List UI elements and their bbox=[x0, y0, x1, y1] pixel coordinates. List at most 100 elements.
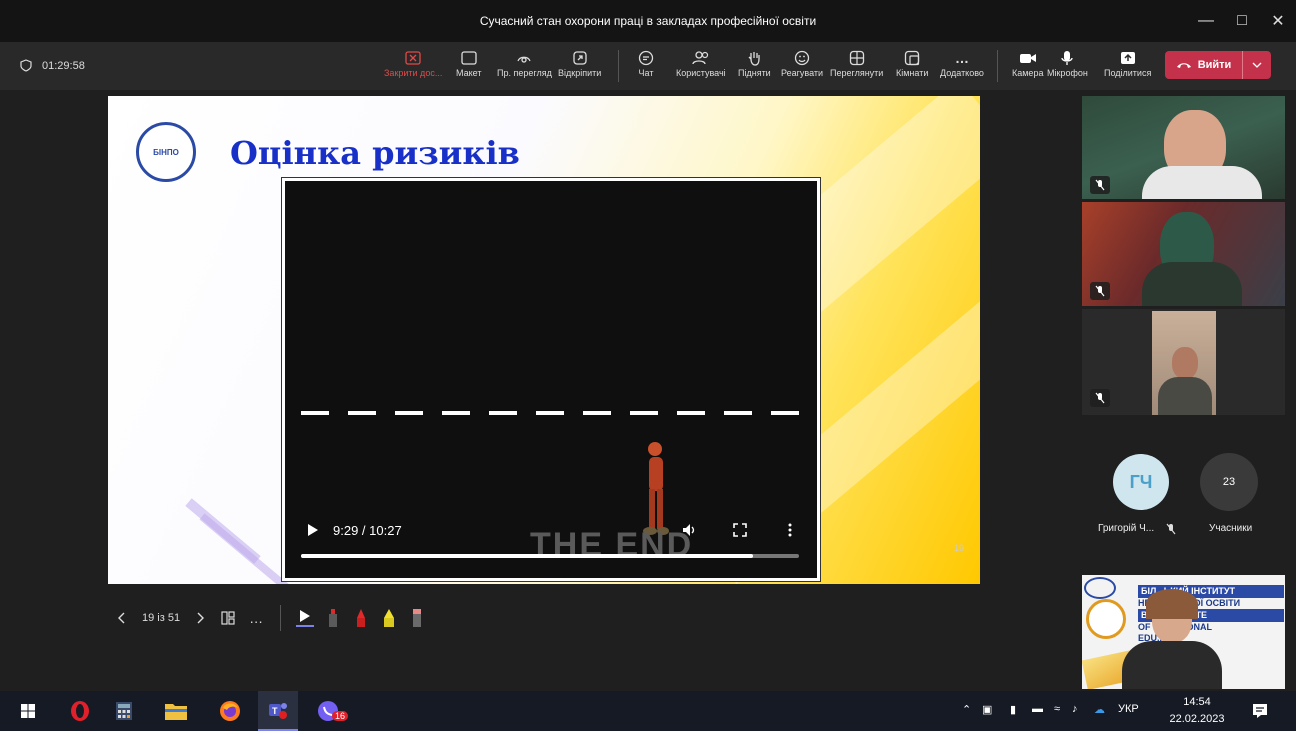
pointer-icon bbox=[300, 610, 311, 622]
participant-face bbox=[1172, 347, 1198, 379]
camera-button[interactable]: Камера bbox=[1012, 48, 1043, 78]
microphone-button[interactable]: Мікрофон bbox=[1047, 48, 1088, 78]
microphone-label: Мікрофон bbox=[1047, 68, 1088, 78]
calculator-icon bbox=[116, 702, 132, 720]
view-mode-button[interactable]: Переглянути bbox=[830, 48, 883, 78]
clock-time: 14:54 bbox=[1183, 696, 1211, 708]
popout-icon bbox=[572, 51, 587, 65]
raise-hand-button[interactable]: Підняти bbox=[738, 48, 771, 78]
stop-sharing-button[interactable]: Закрити дос... bbox=[384, 48, 442, 78]
notification-icon bbox=[1253, 704, 1267, 718]
leave-main[interactable]: Вийти bbox=[1165, 51, 1243, 79]
presenter-view-button[interactable]: Пр. перегляд bbox=[497, 48, 552, 78]
breakout-rooms-button[interactable]: Кімнати bbox=[896, 48, 928, 78]
chevron-down-icon bbox=[1252, 62, 1262, 68]
tray-overflow-chevron[interactable]: ⌃ bbox=[962, 703, 971, 716]
minimize-button[interactable]: — bbox=[1188, 0, 1224, 42]
meet-now-icon[interactable]: ▣ bbox=[982, 703, 992, 716]
rooms-icon bbox=[905, 50, 920, 66]
presenter-video[interactable]: БІЛ...ЬКИЙ ІНСТИТУТ НЕ...ФЕСІЙНОЇ ОСВІТИ… bbox=[1082, 575, 1285, 689]
video-time: 9:29 / 10:27 bbox=[333, 523, 402, 538]
language-indicator[interactable]: УКР bbox=[1118, 703, 1139, 715]
more-options-button[interactable]: … Додатково bbox=[940, 48, 984, 78]
onedrive-icon[interactable]: ☁ bbox=[1094, 703, 1105, 716]
participant-video-2[interactable] bbox=[1082, 202, 1285, 306]
slide-title: Оцінка ризиків bbox=[230, 134, 520, 172]
viber-badge: 16 bbox=[332, 711, 349, 721]
toolbar-divider bbox=[618, 50, 619, 82]
share-label: Поділитися bbox=[1104, 68, 1152, 78]
windows-taskbar: T 16 ⌃ ▣ ▮ ▬ ≈ ♪ ☁ УКР 14:54 22.02.2023 bbox=[0, 691, 1296, 731]
calculator-taskbar-button[interactable] bbox=[104, 691, 144, 731]
eraser-icon bbox=[413, 609, 422, 627]
video-more-icon[interactable] bbox=[781, 521, 799, 539]
highlighter-icon bbox=[384, 609, 395, 627]
camera-label: Камера bbox=[1012, 68, 1044, 78]
battery-icon[interactable]: ▬ bbox=[1032, 703, 1043, 715]
people-button[interactable]: Користувачі bbox=[676, 48, 726, 78]
window-title: Сучасний стан охорони праці в закладах п… bbox=[479, 14, 817, 28]
file-explorer-taskbar-button[interactable] bbox=[156, 691, 196, 731]
mic-tray-icon[interactable]: ▮ bbox=[1010, 703, 1016, 716]
firefox-taskbar-button[interactable] bbox=[210, 691, 250, 731]
laser-pointer-button[interactable] bbox=[291, 604, 319, 632]
close-window-button[interactable]: ✕ bbox=[1260, 0, 1296, 42]
slide-grid-button[interactable] bbox=[214, 604, 242, 632]
window-controls: — □ ✕ bbox=[1188, 0, 1296, 42]
firefox-icon bbox=[220, 701, 240, 721]
video-progress-fill bbox=[301, 554, 754, 558]
participant-video-1[interactable] bbox=[1082, 96, 1285, 199]
fullscreen-icon[interactable] bbox=[731, 521, 749, 539]
teams-icon: T bbox=[269, 703, 287, 719]
chevron-right-icon bbox=[197, 612, 205, 624]
people-label: Користувачі bbox=[676, 68, 726, 78]
opera-taskbar-button[interactable] bbox=[60, 691, 100, 731]
eye-icon bbox=[517, 56, 532, 63]
volume-tray-icon[interactable]: ♪ bbox=[1072, 703, 1078, 715]
layout-button[interactable]: Макет bbox=[456, 48, 481, 78]
avatar-initials: ГЧ bbox=[1129, 471, 1153, 492]
play-icon[interactable] bbox=[305, 522, 321, 538]
slide-more-button[interactable]: … bbox=[242, 604, 270, 632]
phone-hangup-icon bbox=[1176, 63, 1191, 68]
participant-video-3[interactable] bbox=[1082, 309, 1285, 415]
logo-text: БІНПО bbox=[153, 147, 179, 157]
title-bar: Сучасний стан охорони праці в закладах п… bbox=[0, 0, 1296, 42]
participant-count: 23 bbox=[1222, 476, 1236, 488]
meeting-timer: 01:29:58 bbox=[20, 59, 85, 72]
system-clock[interactable]: 14:54 22.02.2023 bbox=[1166, 694, 1228, 728]
react-label: Реагувати bbox=[781, 68, 824, 78]
maximize-button[interactable]: □ bbox=[1224, 0, 1260, 42]
eraser-button[interactable] bbox=[403, 604, 431, 632]
participant-avatar[interactable]: ГЧ bbox=[1113, 454, 1169, 510]
chat-button[interactable]: Чат bbox=[638, 48, 654, 78]
viber-taskbar-button[interactable]: 16 bbox=[308, 691, 349, 731]
popout-label: Відкріпити bbox=[558, 68, 602, 78]
wifi-icon[interactable]: ≈ bbox=[1054, 703, 1060, 715]
highlighter-button[interactable] bbox=[375, 604, 403, 632]
windows-icon bbox=[21, 704, 35, 718]
pen-red2-button[interactable] bbox=[347, 604, 375, 632]
video-player[interactable]: THE END 9:29 / 10:27 bbox=[281, 177, 821, 582]
people-icon bbox=[692, 51, 708, 65]
participants-count-button[interactable]: 23 bbox=[1200, 453, 1258, 511]
pen-red-button[interactable] bbox=[319, 604, 347, 632]
start-button[interactable] bbox=[8, 691, 48, 731]
notifications-button[interactable] bbox=[1240, 691, 1280, 731]
presenter-logo-2 bbox=[1086, 599, 1126, 639]
leave-button[interactable]: Вийти bbox=[1165, 51, 1271, 79]
previous-slide-button[interactable] bbox=[108, 604, 136, 632]
video-progress-bar[interactable] bbox=[301, 554, 799, 558]
volume-icon[interactable] bbox=[681, 521, 699, 539]
leave-options-chevron[interactable] bbox=[1243, 62, 1271, 68]
next-slide-button[interactable] bbox=[186, 604, 214, 632]
teams-taskbar-button[interactable]: T bbox=[258, 691, 298, 731]
video-overlay-text: THE END bbox=[530, 526, 694, 564]
mic-off-icon bbox=[1090, 282, 1110, 300]
mic-off-icon bbox=[1090, 389, 1110, 407]
smiley-icon bbox=[794, 50, 810, 66]
popout-button[interactable]: Відкріпити bbox=[558, 48, 601, 78]
react-button[interactable]: Реагувати bbox=[781, 48, 823, 78]
share-button[interactable]: Поділитися bbox=[1104, 48, 1151, 78]
toolbar-divider bbox=[997, 50, 998, 82]
